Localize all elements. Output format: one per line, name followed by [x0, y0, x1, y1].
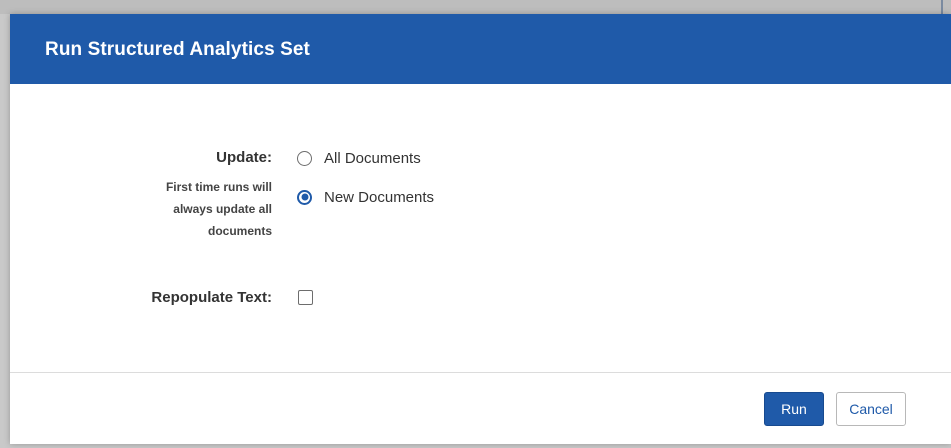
update-label: Update:: [216, 149, 272, 166]
dialog-title: Run Structured Analytics Set: [45, 39, 310, 60]
dialog-body: Update: First time runs will always upda…: [10, 84, 951, 372]
background-window-edge: [0, 0, 951, 14]
update-help-text: First time runs will always update all d…: [10, 176, 272, 242]
background-close-icon: [941, 0, 951, 14]
repopulate-text-label: Repopulate Text:: [151, 289, 272, 306]
radio-button-new-documents[interactable]: [297, 189, 312, 205]
radio-label-new-documents: New Documents: [324, 188, 435, 206]
radio-button-all-documents[interactable]: [297, 150, 312, 166]
cancel-button[interactable]: Cancel: [836, 392, 906, 426]
update-help-line: always update all: [173, 202, 272, 216]
radio-all-documents[interactable]: All Documents: [297, 148, 421, 168]
dialog-header: Run Structured Analytics Set: [10, 14, 951, 84]
radio-label-all-documents: All Documents: [324, 149, 421, 167]
update-help-line: First time runs will: [165, 180, 272, 194]
repopulate-text-checkbox[interactable]: [298, 290, 313, 305]
run-structured-analytics-dialog: Run Structured Analytics Set Update: Fir…: [10, 14, 951, 444]
radio-new-documents[interactable]: New Documents: [297, 187, 434, 207]
update-help-line: documents: [207, 224, 272, 238]
run-button[interactable]: Run: [764, 392, 824, 426]
dialog-footer: Run Cancel: [10, 372, 951, 444]
